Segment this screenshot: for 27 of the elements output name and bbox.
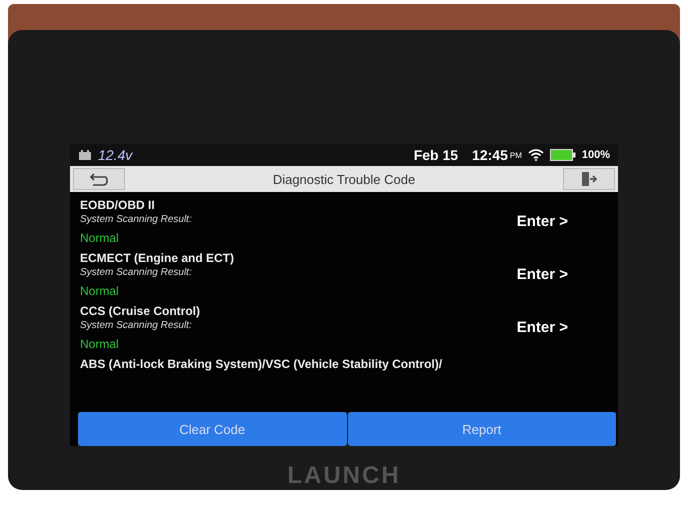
system-name: EOBD/OBD II xyxy=(80,198,156,212)
scan-result-label: System Scanning Result: xyxy=(80,267,193,278)
screen-title: Diagnostic Trouble Code xyxy=(272,172,416,186)
scan-result-label: System Scanning Result: xyxy=(80,214,192,225)
exit-button[interactable] xyxy=(562,168,615,190)
wifi-icon xyxy=(528,149,544,161)
battery-icon xyxy=(550,149,576,161)
enter-link[interactable]: Enter > xyxy=(516,266,568,283)
exit-door-icon xyxy=(580,171,597,187)
scan-result: Normal xyxy=(80,284,120,298)
brand-label: LAUNCH xyxy=(287,462,401,490)
status-time: 12:45 xyxy=(472,147,508,163)
status-date: Feb 15 xyxy=(414,147,458,163)
battery-percent: 100% xyxy=(582,149,610,161)
back-button[interactable] xyxy=(73,168,125,190)
system-name: ABS (Anti-lock Braking System)/VSC (Vehicle Stability Control)/ xyxy=(80,357,442,371)
scan-result: Normal xyxy=(80,337,120,351)
system-name: ECMECT (Engine and ECT) xyxy=(80,251,234,265)
status-ampm: PM xyxy=(510,150,522,160)
system-name: CCS (Cruise Control) xyxy=(80,304,200,318)
battery-car-icon xyxy=(78,149,92,161)
enter-link[interactable]: Enter > xyxy=(516,319,568,336)
scan-result-label: System Scanning Result: xyxy=(80,320,193,331)
voltage-reading: 12.4v xyxy=(98,147,132,163)
enter-link[interactable]: Enter > xyxy=(516,213,568,230)
scan-result: Normal xyxy=(80,231,120,245)
back-arrow-icon xyxy=(89,172,109,186)
